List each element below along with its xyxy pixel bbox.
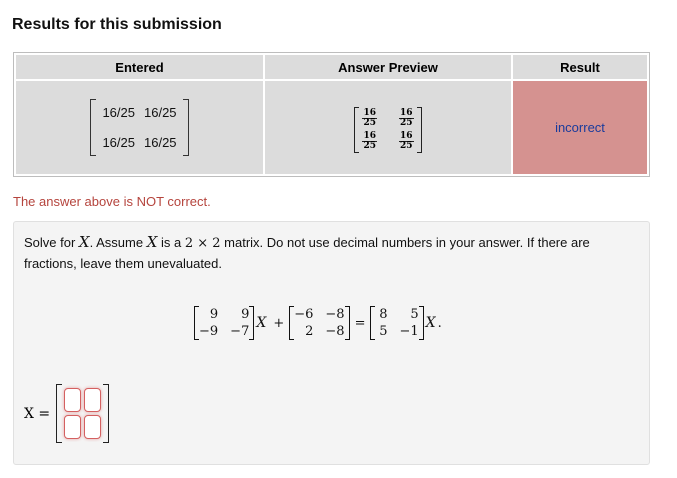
answer-input-r2c2[interactable]	[84, 415, 102, 439]
answer-input-r1c2[interactable]	[84, 388, 102, 412]
entered-value: 16/25	[102, 105, 135, 120]
results-heading: Results for this submission	[12, 16, 222, 33]
entered-value: 16/25	[102, 135, 135, 150]
preview-cell: 16 25 16 25 16 25 16 25	[265, 81, 511, 174]
preview-fraction: 16 25	[399, 130, 414, 151]
feedback-message: The answer above is NOT correct.	[13, 194, 211, 209]
result-status: incorrect	[555, 119, 605, 135]
result-cell: incorrect	[513, 81, 647, 174]
matrix-equation: 99 −9 −7 X + −6 −8 2 −8 = 85 5 −1 X.	[194, 306, 442, 340]
results-table: Entered Answer Preview Result 16/25 16/2…	[13, 52, 650, 177]
equals-sign: =	[354, 315, 366, 331]
variable-x: X	[256, 315, 267, 331]
entered-value: 16/25	[144, 105, 177, 120]
entered-cell: 16/25 16/25 16/25 16/25	[16, 81, 263, 174]
matrix-b: −6 −8 2 −8	[289, 306, 350, 340]
preview-fraction: 16 25	[362, 107, 377, 129]
problem-statement: Solve for X. Assume X is a 2 × 2 matrix.…	[24, 233, 590, 271]
matrix-a: 99 −9 −7	[194, 306, 255, 340]
answer-input-r2c1[interactable]	[64, 415, 82, 439]
entered-matrix: 16/25 16/25 16/25 16/25	[90, 99, 189, 156]
answer-matrix	[56, 384, 110, 443]
header-entered: Entered	[16, 55, 263, 79]
matrix-c: 85 5 −1	[370, 306, 424, 340]
answer-input-r1c1[interactable]	[64, 388, 82, 412]
preview-fraction: 16 25	[362, 130, 377, 151]
answer-area: X =	[24, 384, 110, 443]
period: .	[437, 315, 442, 331]
header-answer-preview: Answer Preview	[265, 55, 511, 79]
plus-sign: +	[273, 315, 285, 331]
entered-value: 16/25	[144, 135, 177, 150]
variable-x: X	[425, 315, 436, 331]
header-result: Result	[513, 55, 647, 79]
answer-label: X =	[24, 405, 51, 422]
problem-panel: Solve for X. Assume X is a 2 × 2 matrix.…	[13, 221, 650, 465]
preview-matrix: 16 25 16 25 16 25 16 25	[354, 106, 422, 154]
preview-fraction: 16 25	[399, 107, 414, 129]
